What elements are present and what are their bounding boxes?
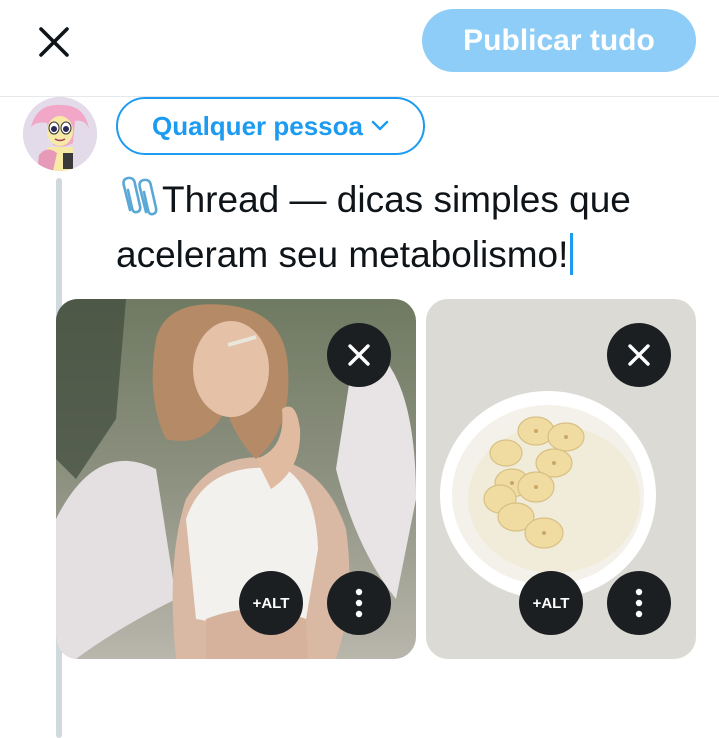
- paperclips-emoji: [122, 176, 158, 216]
- media-more-options-button[interactable]: [327, 571, 391, 635]
- text-cursor: [570, 233, 574, 275]
- audience-label: Qualquer pessoa: [152, 110, 363, 141]
- more-vertical-icon: [355, 588, 363, 618]
- top-bar: Publicar tudo: [0, 0, 719, 97]
- chevron-down-icon: [371, 120, 389, 131]
- media-more-options-button[interactable]: [607, 571, 671, 635]
- more-vertical-icon: [635, 588, 643, 618]
- close-icon: [628, 344, 650, 366]
- remove-media-button[interactable]: [327, 323, 391, 387]
- publish-all-button[interactable]: Publicar tudo: [422, 9, 696, 72]
- close-icon: [39, 27, 69, 57]
- tweet-text-line-1: Thread — dicas simples que: [162, 179, 631, 220]
- tweet-text-input[interactable]: Thread — dicas simples que aceleram seu …: [116, 172, 706, 282]
- profile-avatar-image: [23, 97, 97, 171]
- close-icon: [348, 344, 370, 366]
- add-alt-text-button[interactable]: +ALT: [239, 571, 303, 635]
- media-attachment-1[interactable]: +ALT: [56, 299, 416, 659]
- tweet-text-line-2: aceleram seu metabolismo!: [116, 234, 569, 275]
- add-alt-text-button[interactable]: +ALT: [519, 571, 583, 635]
- media-attachment-2[interactable]: +ALT: [426, 299, 696, 659]
- audience-selector[interactable]: Qualquer pessoa: [116, 97, 425, 155]
- avatar[interactable]: [23, 97, 97, 171]
- remove-media-button[interactable]: [607, 323, 671, 387]
- close-button[interactable]: [30, 18, 78, 66]
